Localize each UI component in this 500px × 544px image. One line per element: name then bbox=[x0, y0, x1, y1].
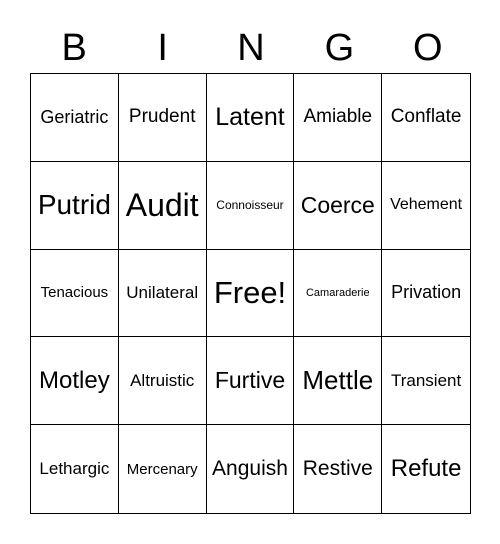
header-letter-i: I bbox=[157, 27, 168, 69]
bingo-cell: Tenacious bbox=[31, 249, 119, 338]
bingo-cell: Latent bbox=[206, 74, 295, 162]
bingo-cell: Mercenary bbox=[119, 425, 207, 513]
bingo-cell: Connoisseur bbox=[206, 161, 295, 250]
bingo-cell: Audit bbox=[118, 161, 207, 250]
bingo-cell: Unilateral bbox=[118, 249, 207, 338]
bingo-cell: Coerce bbox=[294, 161, 383, 250]
bingo-cell: Anguish bbox=[207, 425, 295, 513]
bingo-cell: Camaraderie bbox=[294, 249, 383, 338]
bingo-header: B I N G O bbox=[30, 24, 472, 72]
bingo-cell: Restive bbox=[294, 425, 383, 513]
bingo-cell: Transient bbox=[382, 337, 470, 426]
bingo-cell: Vehement bbox=[382, 162, 470, 250]
bingo-cell: Geriatric bbox=[31, 74, 119, 162]
free-space-cell: Free! bbox=[206, 249, 295, 338]
bingo-cell: Refute bbox=[390, 455, 462, 483]
bingo-grid: Geriatric Prudent Latent Amiable Conflate Put… bbox=[30, 73, 471, 514]
bingo-cell: Furtive bbox=[206, 337, 295, 426]
bingo-cell: Altruistic bbox=[118, 337, 207, 426]
bingo-cell: Lethargic bbox=[31, 425, 119, 513]
bingo-cell: Amiable bbox=[294, 74, 383, 162]
header-letter-n: N bbox=[237, 27, 265, 69]
bingo-cell: Putrid bbox=[31, 161, 119, 250]
bingo-cell: Prudent bbox=[118, 74, 207, 162]
bingo-cell: Privation bbox=[382, 250, 470, 338]
header-letter-o: O bbox=[413, 27, 443, 69]
bingo-cell: Conflate bbox=[382, 74, 470, 162]
bingo-cell: Motley bbox=[31, 337, 119, 426]
bingo-cell: Mettle bbox=[294, 337, 383, 426]
header-letter-b: B bbox=[61, 27, 87, 69]
header-letter-g: G bbox=[324, 27, 355, 69]
